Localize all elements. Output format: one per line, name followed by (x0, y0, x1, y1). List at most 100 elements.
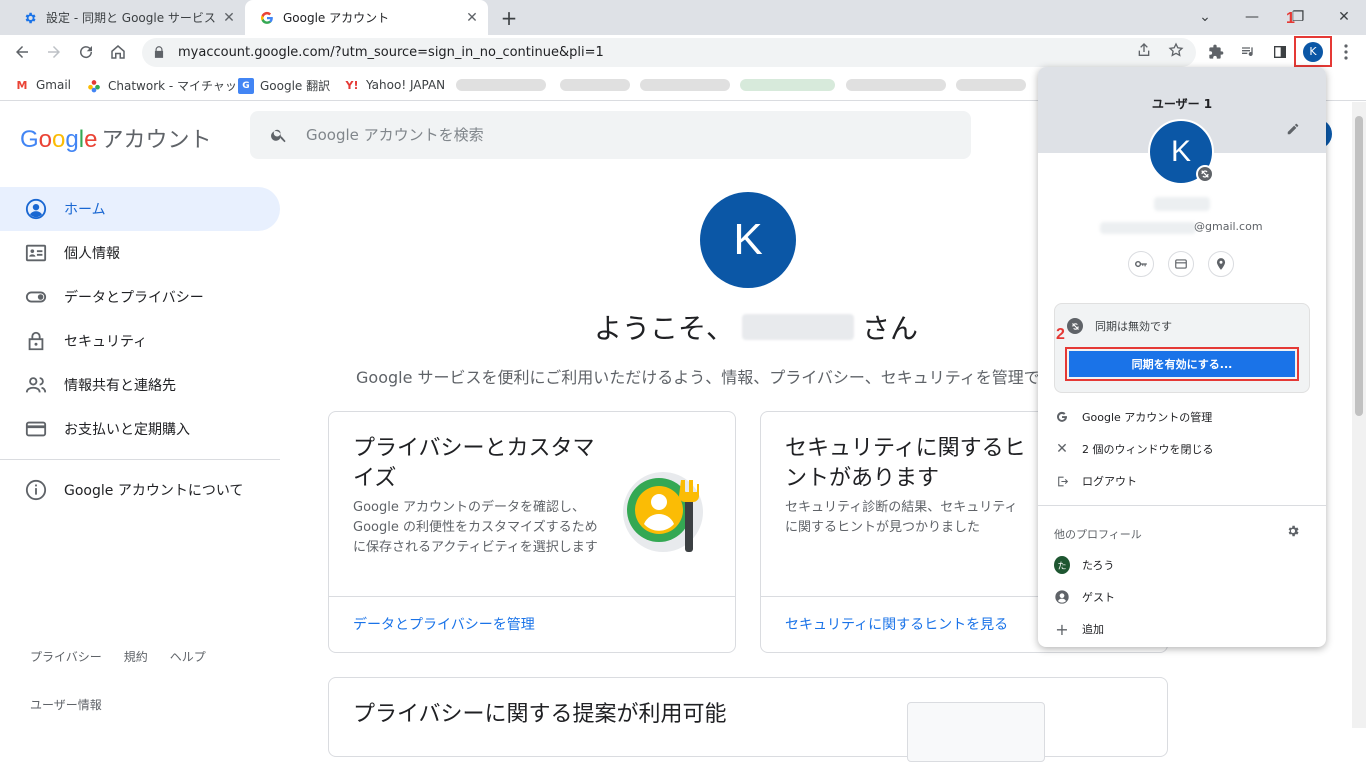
sync-disabled-icon (1067, 318, 1083, 334)
privacy-illustration (619, 464, 715, 560)
address-bar[interactable]: myaccount.google.com/?utm_source=sign_in… (142, 38, 1196, 67)
close-window-button[interactable]: ✕ (1332, 6, 1356, 28)
footer-link-help[interactable]: ヘルプ (170, 648, 206, 665)
profile-guest[interactable]: ゲスト (1054, 589, 1115, 605)
yahoo-icon: Y! (345, 78, 359, 92)
enable-sync-button[interactable]: 同期を有効にする... (1069, 351, 1295, 377)
gear-icon (22, 10, 38, 26)
payment-card-icon[interactable] (1168, 251, 1194, 277)
sidebar-item-home[interactable]: ホーム (0, 187, 280, 231)
popup-divider (1038, 505, 1326, 506)
tab-title: 設定 - 同期と Google サービス (46, 11, 216, 25)
sidebar-item-label: データとプライバシー (64, 290, 204, 306)
card-link[interactable]: セキュリティに関するヒントを見る (785, 614, 1008, 634)
password-key-icon[interactable] (1128, 251, 1154, 277)
search-input[interactable] (306, 126, 906, 144)
menu-close-windows[interactable]: ✕ 2 個のウィンドウを閉じる (1054, 441, 1213, 457)
suggestions-illustration (907, 702, 1045, 762)
reload-button[interactable] (74, 40, 98, 64)
account-search-bar[interactable] (250, 111, 971, 159)
footer-link-privacy[interactable]: プライバシー (30, 648, 102, 665)
welcome-subtitle: Google サービスを便利にご利用いただけるよう、情報、プライバシー、セキュリ… (356, 368, 1038, 387)
sync-box: 同期は無効です 同期を有効にする... (1054, 303, 1310, 393)
footer-link-user-info[interactable]: ユーザー情報 (30, 696, 102, 713)
bookmark-chatwork[interactable]: Chatwork - マイチャット (86, 77, 249, 94)
tab-search-icon[interactable]: ⌄ (1193, 6, 1217, 28)
bookmark-yahoo[interactable]: Y! Yahoo! JAPAN (344, 77, 446, 93)
sync-paused-icon (1196, 165, 1214, 183)
people-icon (24, 373, 48, 397)
forward-button[interactable] (42, 40, 66, 64)
reading-list-icon[interactable] (1238, 42, 1258, 62)
profile-add[interactable]: + 追加 (1054, 619, 1104, 639)
blurred-bookmark (640, 79, 730, 91)
welcome-prefix: ようこそ、 (594, 312, 735, 345)
account-circle-icon (24, 197, 48, 221)
minimize-button[interactable]: — (1240, 6, 1264, 28)
bookmark-star-icon[interactable] (1166, 40, 1186, 60)
other-profiles-title: 他のプロフィール (1054, 528, 1142, 541)
step-marker-1: 1 (1286, 10, 1295, 27)
menu-logout[interactable]: ログアウト (1054, 473, 1137, 489)
sync-button-highlight: 同期を有効にする... (1065, 347, 1299, 381)
back-button[interactable] (10, 40, 34, 64)
blurred-bookmark (956, 79, 1026, 91)
sidebar-item-personal-info[interactable]: 個人情報 (0, 231, 280, 275)
redacted-email (1100, 222, 1196, 234)
address-pin-icon[interactable] (1208, 251, 1234, 277)
page-scrollbar[interactable] (1352, 102, 1366, 728)
bookmark-label: Gmail (36, 78, 72, 92)
profile-avatar[interactable]: K (700, 192, 796, 288)
profile-popup: ユーザー 1 K @gmail.com 同期は無効です 同期を有効にする... … (1038, 67, 1326, 647)
scrollbar-thumb[interactable] (1355, 116, 1363, 416)
card-link[interactable]: データとプライバシーを管理 (353, 614, 535, 634)
guest-icon (1054, 589, 1070, 605)
footer-link-terms[interactable]: 規約 (124, 648, 148, 665)
share-icon[interactable] (1134, 40, 1154, 60)
sidebar-item-security[interactable]: セキュリティ (0, 319, 280, 363)
tab-settings[interactable]: 設定 - 同期と Google サービス ✕ (8, 0, 245, 35)
google-account-logo[interactable]: Google アカウント (20, 122, 211, 154)
edit-profile-icon[interactable] (1286, 122, 1304, 140)
manage-profiles-gear-icon[interactable] (1286, 524, 1302, 540)
popup-user-name: ユーザー 1 (1151, 97, 1213, 111)
card-privacy-suggestions[interactable]: プライバシーに関する提案が利用可能 (328, 677, 1168, 762)
card-description: セキュリティ診断の結果、セキュリティに関するヒントが見つかりました (785, 500, 1018, 535)
card-description: Google アカウントのデータを確認し、Google の利便性をカスタマイズす… (353, 500, 598, 555)
card-title: プライバシーに関する提案が利用可能 (353, 702, 727, 727)
close-tab-icon[interactable]: ✕ (221, 10, 237, 26)
profile-taro[interactable]: た たろう (1054, 556, 1114, 574)
gmail-icon: M (16, 78, 28, 92)
logout-icon (1054, 473, 1070, 489)
close-tab-icon[interactable]: ✕ (464, 10, 480, 26)
close-icon: ✕ (1056, 441, 1068, 457)
sidebar-item-label: ホーム (64, 202, 106, 218)
menu-manage-account[interactable]: Google アカウントの管理 (1054, 409, 1212, 425)
card-privacy-personalization[interactable]: プライバシーとカスタマイズ Google アカウントのデータを確認し、Googl… (328, 411, 736, 653)
sidebar-item-about[interactable]: Google アカウントについて (0, 468, 280, 512)
redacted-name (742, 314, 855, 340)
plus-icon: + (1055, 619, 1069, 639)
profile-button[interactable]: K (1294, 36, 1332, 67)
sidebar-item-payments[interactable]: お支払いと定期購入 (0, 407, 280, 451)
menu-item-label: ログアウト (1082, 475, 1137, 488)
sidebar-item-sharing[interactable]: 情報共有と連絡先 (0, 363, 280, 407)
new-tab-button[interactable]: + (498, 6, 520, 30)
menu-kebab-icon[interactable] (1336, 42, 1356, 62)
bookmark-gmail[interactable]: M Gmail (14, 77, 72, 93)
bookmark-label: Google 翻訳 (260, 79, 331, 93)
bookmark-translate[interactable]: G Google 翻訳 (238, 77, 330, 94)
tab-google-account[interactable]: Google アカウント ✕ (245, 0, 488, 35)
chatwork-icon (86, 78, 102, 94)
translate-icon: G (238, 77, 254, 94)
extensions-icon[interactable] (1206, 42, 1226, 62)
home-button[interactable] (106, 40, 130, 64)
side-panel-icon[interactable] (1270, 42, 1290, 62)
bookmark-label: Yahoo! JAPAN (366, 78, 446, 92)
id-card-icon (24, 241, 48, 265)
sidebar-item-data-privacy[interactable]: データとプライバシー (0, 275, 280, 319)
tab-title: Google アカウント (283, 11, 390, 25)
avatar: た (1054, 556, 1070, 574)
lock-icon (24, 329, 48, 353)
bookmark-label: Chatwork - マイチャット (108, 79, 249, 93)
